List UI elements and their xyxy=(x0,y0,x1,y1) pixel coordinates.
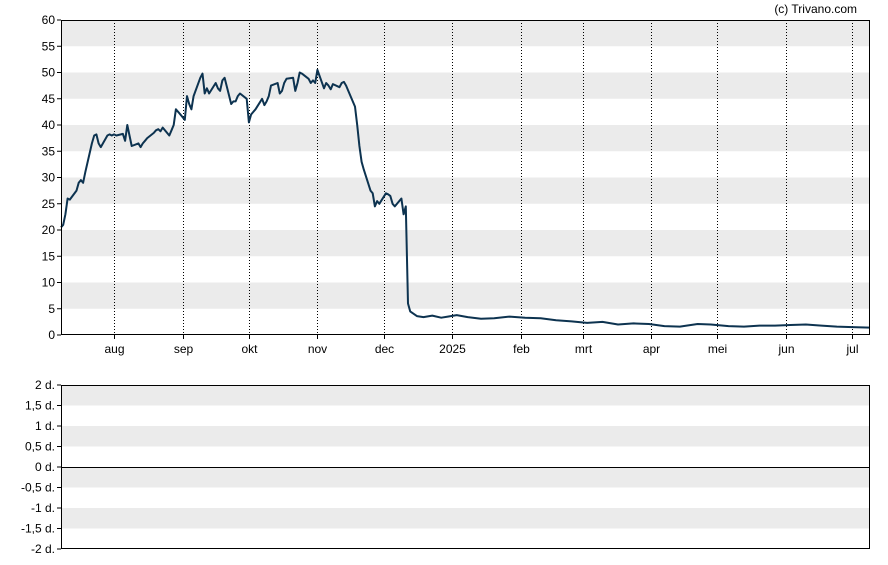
y-tick-label: -2 d. xyxy=(31,542,55,556)
top-band xyxy=(61,72,870,99)
bottom-chart-y-tick-labels: 2 d. 1,5 d. 1 d. 0,5 d. 0 d. -0,5 d. -1 d. -1,5… xyxy=(21,378,61,556)
bottom-band xyxy=(61,385,870,406)
y-tick-label: 60 xyxy=(42,13,56,27)
top-band xyxy=(61,125,870,152)
y-tick-label: 10 xyxy=(42,276,56,290)
chart-stage: 0 5 10 15 20 25 30 35 40 45 50 55 60 aug sep okt nov dec… xyxy=(0,0,888,565)
x-tick-label: feb xyxy=(513,342,530,356)
y-tick-label: 0 xyxy=(48,328,55,342)
y-tick-label: 5 xyxy=(48,302,55,316)
x-tick-label: nov xyxy=(308,342,327,356)
x-tick-label: sep xyxy=(174,342,194,356)
y-tick-label: 40 xyxy=(42,118,56,132)
x-tick-label: apr xyxy=(643,342,660,356)
x-tick-label: 2025 xyxy=(439,342,466,356)
y-tick-label: 1 d. xyxy=(35,419,55,433)
y-tick-label: 30 xyxy=(42,171,56,185)
y-tick-label: -1,5 d. xyxy=(21,522,55,536)
y-tick-label: 45 xyxy=(42,92,56,106)
top-chart-y-tick-labels: 0 5 10 15 20 25 30 35 40 45 50 55 60 xyxy=(42,13,61,342)
x-tick-label: okt xyxy=(241,342,258,356)
price-chart-svg: 051015202530354045505560 aug sep okt nov dec… xyxy=(21,2,871,556)
bottom-band xyxy=(61,467,870,488)
y-tick-label: 55 xyxy=(42,39,56,53)
top-chart-bands xyxy=(61,20,870,309)
y-tick-label: 0 d. xyxy=(35,460,55,474)
top-band xyxy=(61,177,870,204)
top-band xyxy=(61,20,870,47)
top-band xyxy=(61,230,870,257)
y-tick-label: 0,5 d. xyxy=(25,440,55,454)
bottom-chart-bands xyxy=(61,385,870,529)
x-tick-label: mei xyxy=(708,342,727,356)
x-tick-label: dec xyxy=(375,342,394,356)
y-tick-label: 15 xyxy=(42,249,56,263)
x-tick-label: jun xyxy=(777,342,794,356)
x-tick-label: mrt xyxy=(575,342,593,356)
y-tick-label: 35 xyxy=(42,144,56,158)
y-tick-label: -0,5 d. xyxy=(21,481,55,495)
y-tick-label: -1 d. xyxy=(31,501,55,515)
y-tick-label: 1,5 d. xyxy=(25,399,55,413)
top-chart-x-tick-labels: aug sep okt nov dec 2025 feb mrt apr mei jun jul xyxy=(104,335,859,356)
x-tick-label: jul xyxy=(845,342,858,356)
credit-text: (c) Trivano.com xyxy=(774,2,857,16)
y-tick-label: 25 xyxy=(42,197,56,211)
y-tick-label: 50 xyxy=(42,66,56,80)
bottom-band xyxy=(61,508,870,529)
top-band xyxy=(61,282,870,309)
y-tick-label: 20 xyxy=(42,223,56,237)
y-tick-label: 2 d. xyxy=(35,378,55,392)
bottom-band xyxy=(61,426,870,447)
x-tick-label: aug xyxy=(104,342,124,356)
